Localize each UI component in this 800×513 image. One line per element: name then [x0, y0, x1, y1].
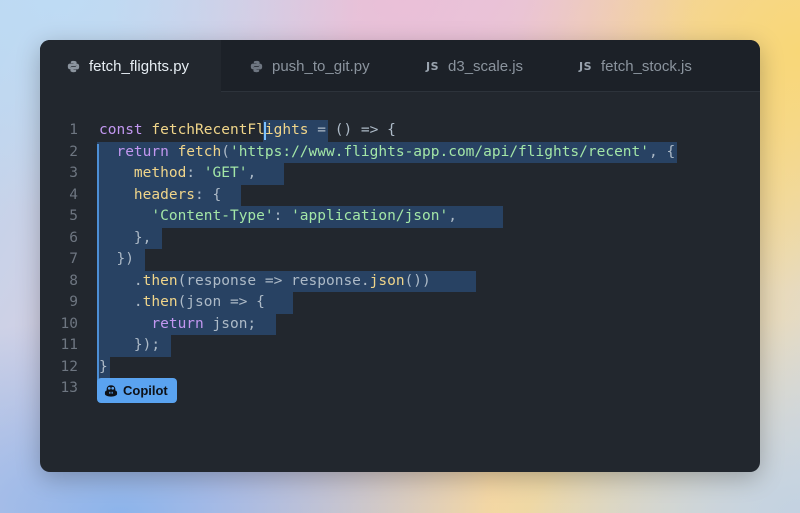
tab-label: push_to_git.py [272, 57, 370, 75]
tab-push-to-git[interactable]: push_to_git.py [250, 40, 370, 92]
code-token: return [99, 315, 213, 332]
code-token: , [448, 208, 457, 224]
code-line[interactable]: 10 return json; [40, 313, 760, 336]
python-icon [250, 60, 263, 73]
code-token: = [308, 122, 335, 138]
python-icon [67, 60, 80, 73]
code-token: 'GET' [203, 165, 248, 181]
tab-d3-scale[interactable]: JS d3_scale.js [426, 40, 523, 92]
code-token: method [99, 165, 187, 181]
code-token: (json => { [177, 294, 265, 310]
code-token: }) [99, 251, 134, 267]
code-token: fetchRecentFlights [151, 122, 309, 138]
code-line[interactable]: 6 }, [40, 227, 760, 250]
code-line[interactable]: 4 headers: { [40, 184, 760, 207]
code-text: return json; [99, 314, 256, 336]
code-token: () => { [334, 122, 396, 138]
code-token: . [99, 294, 143, 310]
line-number: 5 [69, 208, 78, 224]
code-text: .then(response => response.json()) [99, 271, 431, 293]
code-token: }, [99, 229, 152, 246]
line-number: 3 [69, 165, 78, 181]
code-token: return [99, 143, 178, 160]
code-token: : { [195, 186, 222, 203]
selection-gutter-marker [97, 144, 99, 382]
code-token: ()) [404, 272, 431, 289]
tab-label: fetch_flights.py [89, 57, 190, 75]
code-line[interactable]: 2 return fetch('https://www.flights-app.… [40, 141, 760, 164]
code-token: headers [99, 186, 196, 203]
js-icon: JS [579, 59, 593, 73]
line-number: 4 [69, 186, 78, 203]
code-line[interactable]: 9 .then(json => { [40, 292, 760, 314]
copilot-label: Copilot [123, 383, 168, 398]
code-token: then [142, 294, 178, 310]
code-token: 'application/json' [291, 208, 449, 224]
code-token: json; [212, 315, 257, 332]
code-token: json [369, 272, 405, 289]
tab-bar: fetch_flights.py push_to_git.py JS d3_sc… [40, 40, 760, 92]
code-line[interactable]: 11 }); [40, 335, 760, 357]
code-text: .then(json => { [99, 292, 265, 314]
code-token: 'https://www.flights-app.com/api/flights… [229, 143, 649, 160]
text-cursor [263, 122, 266, 140]
code-token: then [142, 272, 178, 289]
tab-fetch-stock[interactable]: JS fetch_stock.js [579, 40, 692, 92]
code-text: return fetch('https://www.flights-app.co… [99, 142, 675, 164]
code-line[interactable]: 1 const fetchRecentFlights = () => { [40, 120, 760, 142]
code-token: , [247, 165, 257, 181]
code-line[interactable]: 8 .then(response => response.json()) [40, 270, 760, 293]
tab-fetch-flights[interactable]: fetch_flights.py [40, 40, 221, 92]
code-token: ( [221, 143, 230, 160]
copilot-icon [104, 384, 118, 397]
line-number: 2 [69, 143, 78, 160]
line-number: 9 [69, 294, 78, 310]
code-token: } [99, 358, 108, 375]
editor-window: fetch_flights.py push_to_git.py JS d3_sc… [40, 40, 760, 472]
code-text: } [99, 357, 108, 379]
code-text: }, [99, 228, 151, 250]
code-text: const fetchRecentFlights = () => { [99, 120, 396, 142]
code-text: }) [99, 249, 134, 271]
code-token: }); [99, 337, 161, 353]
line-number: 7 [69, 251, 78, 267]
code-token: , { [649, 143, 676, 160]
code-line[interactable]: 12} [40, 356, 760, 379]
code-editor[interactable]: 1 const fetchRecentFlights = () => {2 ret… [40, 120, 760, 400]
code-text: }); [99, 335, 160, 357]
code-token: . [99, 272, 143, 289]
code-token: const [99, 122, 152, 138]
code-line[interactable]: 5 'Content-Type': 'application/json', [40, 206, 760, 228]
code-token: fetch [177, 143, 222, 160]
line-number: 1 [69, 122, 78, 138]
code-line[interactable]: 3 method: 'GET', [40, 163, 760, 185]
copilot-button[interactable]: Copilot [97, 378, 177, 403]
line-number: 13 [60, 380, 78, 396]
code-token: 'Content-Type' [151, 208, 274, 224]
line-number: 11 [60, 337, 78, 353]
tab-label: d3_scale.js [448, 57, 524, 75]
line-number: 12 [60, 358, 78, 375]
code-line[interactable]: 7 }) [40, 249, 760, 271]
line-number: 8 [69, 272, 78, 289]
code-token: : [273, 208, 292, 224]
line-number: 6 [69, 229, 78, 246]
code-token: (response => response. [177, 272, 370, 289]
code-text: 'Content-Type': 'application/json', [99, 206, 457, 228]
line-number: 10 [60, 315, 78, 332]
tab-label: fetch_stock.js [601, 57, 692, 75]
code-text: headers: { [99, 185, 221, 207]
js-icon: JS [426, 59, 440, 73]
code-text: method: 'GET', [99, 163, 256, 185]
code-token: : [186, 165, 204, 181]
